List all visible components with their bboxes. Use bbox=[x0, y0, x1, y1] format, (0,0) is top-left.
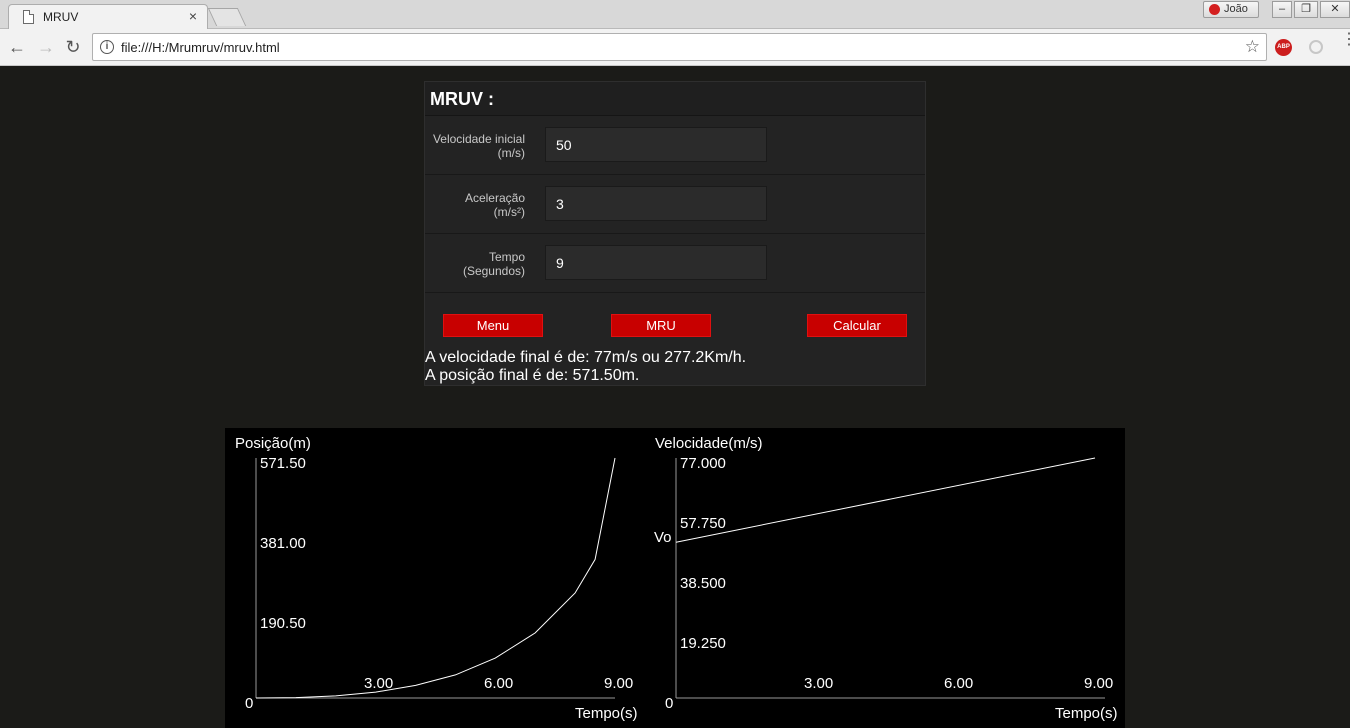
bookmark-star-icon[interactable]: ☆ bbox=[1245, 37, 1260, 57]
tab-title: MRUV bbox=[43, 10, 79, 24]
back-button[interactable]: ← bbox=[6, 36, 28, 58]
aceleracao-label-line2: (m/s²) bbox=[493, 205, 525, 219]
graphs-svg: Posição(m) 571.50 381.00 190.50 0 3.00 6… bbox=[235, 435, 1118, 722]
position-y-tick: 381.00 bbox=[260, 535, 306, 552]
tempo-label-line2: (Segundos) bbox=[462, 264, 525, 278]
graphs-panel: Posição(m) 571.50 381.00 190.50 0 3.00 6… bbox=[225, 428, 1125, 728]
calcular-button[interactable]: Calcular bbox=[807, 314, 907, 337]
aceleracao-label-line1: Aceleração bbox=[464, 191, 525, 205]
position-x-label: Tempo(s) bbox=[575, 705, 638, 722]
velocity-origin-label: 0 bbox=[665, 695, 673, 712]
minimize-button[interactable]: ‒ bbox=[1272, 1, 1292, 18]
velocity-series-line bbox=[675, 457, 1096, 543]
reload-icon: ↻ bbox=[65, 37, 81, 57]
profile-icon bbox=[1209, 4, 1220, 15]
form-row-velocidade-inicial: Velocidade inicial (m/s) bbox=[425, 116, 925, 175]
velocidade-inicial-label-line2: (m/s) bbox=[497, 146, 525, 160]
position-x-tick: 9.00 bbox=[604, 675, 633, 692]
new-tab-button[interactable] bbox=[207, 8, 247, 26]
window-close-button[interactable]: ✕ bbox=[1320, 1, 1350, 18]
position-y-tick: 190.50 bbox=[260, 615, 306, 632]
forward-button[interactable]: → bbox=[35, 36, 57, 58]
position-chart: Posição(m) 571.50 381.00 190.50 0 3.00 6… bbox=[235, 435, 638, 722]
position-y-label: Posição(m) bbox=[235, 435, 311, 452]
adblock-plus-icon[interactable]: ABP bbox=[1275, 39, 1292, 56]
position-y-tick: 571.50 bbox=[260, 455, 306, 472]
velocidade-inicial-input[interactable] bbox=[545, 127, 767, 162]
browser-toolbar: ← → ↻ i file:///H:/Mrumruv/mruv.html ☆ A… bbox=[0, 29, 1350, 66]
velocity-y-tick: 19.250 bbox=[680, 635, 726, 652]
mruv-form-panel: MRUV : Velocidade inicial (m/s) Aceleraç… bbox=[424, 81, 926, 386]
velocity-x-tick: 9.00 bbox=[1084, 675, 1113, 692]
velocity-chart: Velocidade(m/s) 77.000 57.750 38.500 19.… bbox=[654, 435, 1118, 722]
velocity-x-tick: 6.00 bbox=[944, 675, 973, 692]
aceleracao-input[interactable] bbox=[545, 186, 767, 221]
tab-strip: MRUV × João ‒ ❐ ✕ bbox=[0, 0, 1350, 30]
velocity-y-label: Velocidade(m/s) bbox=[655, 435, 763, 452]
profile-button[interactable]: João bbox=[1203, 1, 1259, 18]
form-title: MRUV : bbox=[425, 82, 925, 116]
url-text[interactable]: file:///H:/Mrumruv/mruv.html bbox=[121, 40, 280, 55]
browser-tab[interactable]: MRUV × bbox=[8, 4, 208, 30]
position-origin-label: 0 bbox=[245, 695, 253, 712]
window-close-icon: ✕ bbox=[1330, 3, 1340, 15]
form-row-tempo: Tempo (Segundos) bbox=[425, 234, 925, 293]
velocity-vo-label: Vo bbox=[654, 529, 672, 546]
velocidade-inicial-label-line1: Velocidade inicial bbox=[432, 132, 525, 146]
tab-close-icon[interactable]: × bbox=[189, 8, 197, 24]
profile-name: João bbox=[1224, 3, 1248, 15]
velocity-x-tick: 3.00 bbox=[804, 675, 833, 692]
page-favicon-icon bbox=[23, 10, 34, 24]
forward-arrow-icon: → bbox=[37, 37, 55, 57]
tempo-label: Tempo (Segundos) bbox=[429, 250, 525, 278]
velocity-x-label: Tempo(s) bbox=[1055, 705, 1118, 722]
velocidade-inicial-label: Velocidade inicial (m/s) bbox=[429, 132, 525, 160]
back-arrow-icon: ← bbox=[8, 37, 26, 57]
position-x-tick: 6.00 bbox=[484, 675, 513, 692]
restore-icon: ❐ bbox=[1301, 3, 1311, 15]
mru-button[interactable]: MRU bbox=[611, 314, 711, 337]
tempo-input[interactable] bbox=[545, 245, 767, 280]
chrome-menu-icon[interactable]: ⋮ bbox=[1341, 32, 1350, 48]
extension-icon[interactable] bbox=[1309, 40, 1323, 54]
form-row-aceleracao: Aceleração (m/s²) bbox=[425, 175, 925, 234]
velocity-y-tick: 38.500 bbox=[680, 575, 726, 592]
aceleracao-label: Aceleração (m/s²) bbox=[429, 191, 525, 219]
info-icon[interactable]: i bbox=[100, 40, 114, 54]
velocity-y-tick: 57.750 bbox=[680, 515, 726, 532]
tempo-label-line1: Tempo bbox=[488, 250, 525, 264]
reload-button[interactable]: ↻ bbox=[62, 36, 84, 58]
result-position: A posição final é de: 571.50m. bbox=[425, 367, 640, 384]
velocity-y-tick: 77.000 bbox=[680, 455, 726, 472]
minimize-icon: ‒ bbox=[1278, 3, 1286, 15]
menu-button[interactable]: Menu bbox=[443, 314, 543, 337]
restore-button[interactable]: ❐ bbox=[1294, 1, 1318, 18]
position-series-line bbox=[255, 457, 616, 699]
result-velocity: A velocidade final é de: 77m/s ou 277.2K… bbox=[425, 349, 747, 366]
address-bar[interactable]: i file:///H:/Mrumruv/mruv.html ☆ bbox=[92, 33, 1267, 61]
